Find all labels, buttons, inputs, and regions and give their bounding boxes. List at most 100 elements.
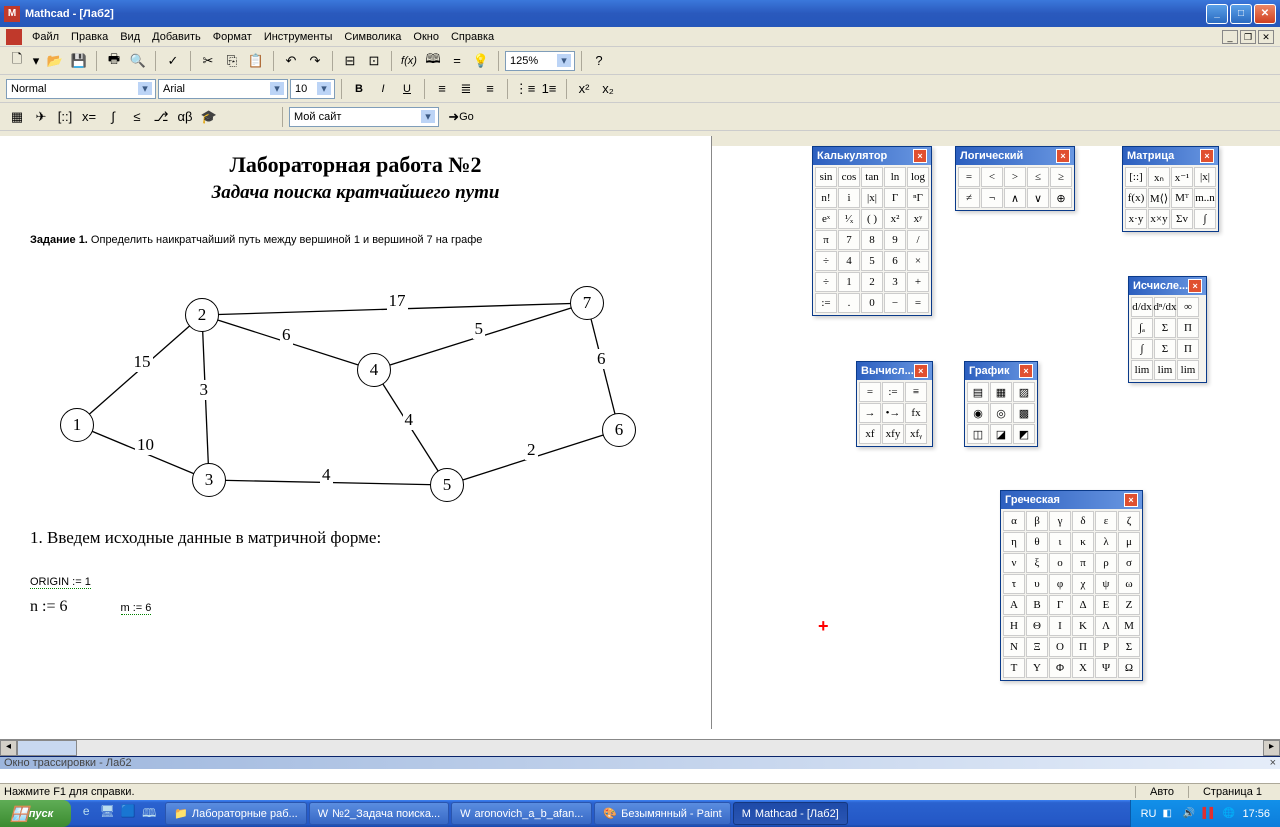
cut-button[interactable]: ✂ bbox=[197, 50, 219, 72]
palette-item[interactable]: ∧ bbox=[1004, 188, 1026, 208]
tray-app4-icon[interactable]: 🌐 bbox=[1222, 808, 1236, 819]
preview-button[interactable]: 🔍 bbox=[127, 50, 149, 72]
palette-item[interactable]: Σ bbox=[1118, 637, 1140, 657]
copy-button[interactable]: ⎘ bbox=[221, 50, 243, 72]
palette-item[interactable]: lim bbox=[1177, 360, 1199, 380]
redo-button[interactable]: ↷ bbox=[304, 50, 326, 72]
palette-item[interactable]: xfy bbox=[882, 424, 904, 444]
palette-item[interactable]: Ω bbox=[1118, 658, 1140, 678]
tray-app3-icon[interactable]: ▌▌ bbox=[1202, 808, 1216, 819]
palette-item[interactable]: |x| bbox=[861, 188, 883, 208]
calculus-palette-button[interactable]: ∫ bbox=[102, 106, 124, 128]
palette-item[interactable]: / bbox=[907, 230, 929, 250]
palette-item[interactable]: Ι bbox=[1049, 616, 1071, 636]
ql-ie-icon[interactable]: e bbox=[77, 804, 95, 824]
palette-item[interactable]: Β bbox=[1026, 595, 1048, 615]
palette-item[interactable]: > bbox=[1004, 167, 1026, 187]
palette-calculator[interactable]: Калькулятор×sincostanlnlogn!i|x|ΓⁿΓeˣ¹⁄ₓ… bbox=[812, 146, 932, 316]
minimize-button[interactable]: _ bbox=[1206, 4, 1228, 24]
palette-item[interactable]: ▤ bbox=[967, 382, 989, 402]
palette-item[interactable]: ∫ₐ bbox=[1131, 318, 1153, 338]
menu-file[interactable]: Файл bbox=[26, 29, 65, 45]
palette-item[interactable]: •→ bbox=[882, 403, 904, 423]
subscript-button[interactable]: x₂ bbox=[597, 78, 619, 100]
mdi-close-button[interactable]: ✕ bbox=[1258, 30, 1274, 44]
palette-item[interactable]: Σ bbox=[1154, 318, 1176, 338]
calc-button[interactable]: = bbox=[446, 50, 468, 72]
matrix-palette-button[interactable]: [::] bbox=[54, 106, 76, 128]
palette-item[interactable]: β bbox=[1026, 511, 1048, 531]
palette-item[interactable]: → bbox=[859, 403, 881, 423]
ql-app2-icon[interactable]: 🕮 bbox=[140, 804, 158, 824]
palette-item[interactable]: λ bbox=[1095, 532, 1117, 552]
new-button[interactable]: 🗋 bbox=[6, 50, 28, 72]
palette-close-button[interactable]: × bbox=[1019, 364, 1033, 378]
palette-item[interactable]: ◪ bbox=[990, 424, 1012, 444]
palette-item[interactable]: ≠ bbox=[958, 188, 980, 208]
palette-item[interactable]: ▨ bbox=[1013, 382, 1035, 402]
palette-item[interactable]: ⊕ bbox=[1050, 188, 1072, 208]
palette-item[interactable]: Θ bbox=[1026, 616, 1048, 636]
palette-item[interactable]: 7 bbox=[838, 230, 860, 250]
graph-palette-button[interactable]: ✈ bbox=[30, 106, 52, 128]
evaluation-palette-button[interactable]: x= bbox=[78, 106, 100, 128]
palette-item[interactable]: fx bbox=[905, 403, 927, 423]
palette-item[interactable]: ◎ bbox=[990, 403, 1012, 423]
palette-item[interactable]: xʸ bbox=[907, 209, 929, 229]
palette-item[interactable]: × bbox=[907, 251, 929, 271]
palette-item[interactable]: sin bbox=[815, 167, 837, 187]
toggle-button[interactable]: 💡 bbox=[470, 50, 492, 72]
menu-window[interactable]: Окно bbox=[407, 29, 445, 45]
bold-button[interactable]: B bbox=[348, 78, 370, 100]
palette-item[interactable]: Ν bbox=[1003, 637, 1025, 657]
palette-item[interactable]: f(x) bbox=[1125, 188, 1147, 208]
palette-item[interactable]: 0 bbox=[861, 293, 883, 313]
programming-palette-button[interactable]: ⎇ bbox=[150, 106, 172, 128]
palette-item[interactable]: Ε bbox=[1095, 595, 1117, 615]
bullets-button[interactable]: ⋮≡ bbox=[514, 78, 536, 100]
menu-format[interactable]: Формат bbox=[207, 29, 258, 45]
palette-item[interactable]: ÷ bbox=[815, 272, 837, 292]
palette-item[interactable]: cos bbox=[838, 167, 860, 187]
style-combo[interactable]: Normal bbox=[6, 79, 156, 99]
palette-item[interactable]: ( ) bbox=[861, 209, 883, 229]
numbering-button[interactable]: 1≡ bbox=[538, 78, 560, 100]
palette-item[interactable]: Γ bbox=[1049, 595, 1071, 615]
palette-item[interactable]: x·y bbox=[1125, 209, 1147, 229]
palette-item[interactable]: ω bbox=[1118, 574, 1140, 594]
maximize-button[interactable]: □ bbox=[1230, 4, 1252, 24]
align-left-button[interactable]: ≡ bbox=[431, 78, 453, 100]
menu-edit[interactable]: Правка bbox=[65, 29, 114, 45]
palette-item[interactable]: ψ bbox=[1095, 574, 1117, 594]
ql-app-icon[interactable]: 🟦 bbox=[119, 804, 137, 824]
palette-item[interactable]: n! bbox=[815, 188, 837, 208]
scroll-thumb[interactable] bbox=[17, 740, 77, 756]
lang-indicator[interactable]: RU bbox=[1141, 808, 1157, 820]
palette-item[interactable]: ρ bbox=[1095, 553, 1117, 573]
palette-item[interactable]: υ bbox=[1026, 574, 1048, 594]
zoom-combo[interactable]: 125% bbox=[505, 51, 575, 71]
taskbar-button[interactable]: 🎨Безымянный - Paint bbox=[594, 802, 730, 825]
palette-item[interactable]: [::] bbox=[1125, 167, 1147, 187]
help-button[interactable]: ? bbox=[588, 50, 610, 72]
taskbar-button[interactable]: Waronovich_a_b_afan... bbox=[451, 802, 592, 825]
tray-app2-icon[interactable]: 🔊 bbox=[1182, 808, 1196, 819]
palette-item[interactable]: < bbox=[981, 167, 1003, 187]
palette-item[interactable]: ≥ bbox=[1050, 167, 1072, 187]
palette-item[interactable]: |x| bbox=[1194, 167, 1216, 187]
palette-item[interactable]: π bbox=[815, 230, 837, 250]
palette-item[interactable]: Μ bbox=[1118, 616, 1140, 636]
menu-symbolics[interactable]: Символика bbox=[338, 29, 407, 45]
palette-item[interactable]: Φ bbox=[1049, 658, 1071, 678]
mdi-restore-button[interactable]: ❐ bbox=[1240, 30, 1256, 44]
palette-close-button[interactable]: × bbox=[1200, 149, 1214, 163]
palette-boolean[interactable]: Логический×=<>≤≥≠¬∧∨⊕ bbox=[955, 146, 1075, 211]
scroll-left-button[interactable]: ◂ bbox=[0, 740, 17, 756]
palette-item[interactable]: ◫ bbox=[967, 424, 989, 444]
palette-item[interactable]: 3 bbox=[884, 272, 906, 292]
menu-tools[interactable]: Инструменты bbox=[258, 29, 339, 45]
palette-item[interactable]: ¹⁄ₓ bbox=[838, 209, 860, 229]
palette-item[interactable]: Σ bbox=[1154, 339, 1176, 359]
palette-item[interactable]: lim bbox=[1131, 360, 1153, 380]
palette-item[interactable]: Ζ bbox=[1118, 595, 1140, 615]
